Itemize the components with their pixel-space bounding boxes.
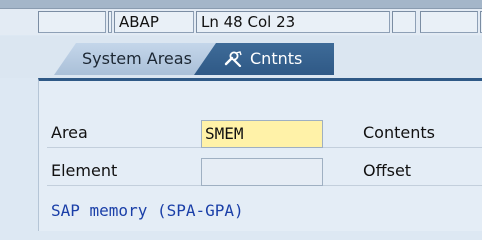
area-row: Area SMEM Contents xyxy=(47,119,482,148)
status-cell-empty-1 xyxy=(38,11,106,33)
status-cell-separator xyxy=(108,11,112,33)
element-input[interactable] xyxy=(201,158,323,186)
contents-panel: Area SMEM Contents Element Offset SAP me… xyxy=(38,78,482,231)
element-label: Element xyxy=(51,161,118,180)
tab-system-areas-label: System Areas xyxy=(82,49,192,68)
tools-icon xyxy=(224,51,242,67)
status-cell-empty-2 xyxy=(392,11,416,33)
tab-strip: System Areas Cntnts xyxy=(0,36,482,78)
area-label: Area xyxy=(51,123,88,142)
offset-label: Offset xyxy=(363,161,412,180)
status-cell-cursor-position: Ln 48 Col 23 xyxy=(196,11,390,33)
tab-contents-label: Cntnts xyxy=(250,49,303,68)
top-strip xyxy=(0,0,482,9)
status-cell-empty-3 xyxy=(420,11,478,33)
area-input[interactable]: SMEM xyxy=(201,120,323,148)
contents-label: Contents xyxy=(363,123,435,142)
tab-contents[interactable]: Cntnts xyxy=(194,43,334,75)
status-bar: ABAP Ln 48 Col 23 xyxy=(0,9,482,35)
element-row: Element Offset xyxy=(47,157,482,186)
memory-description: SAP memory (SPA-GPA) xyxy=(51,201,244,220)
status-cell-language: ABAP xyxy=(114,11,194,33)
